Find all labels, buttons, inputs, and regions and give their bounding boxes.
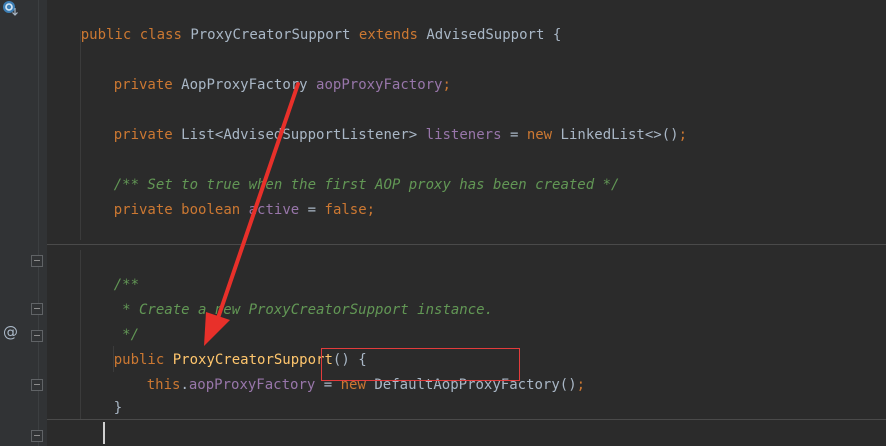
field-name: aopProxyFactory (316, 77, 443, 93)
operator: = (509, 127, 519, 143)
semicolon: ; (678, 127, 687, 143)
type-name: AdvisedSupportListener (223, 127, 409, 143)
code-editor[interactable]: @ public class ProxyCreatorSupport exten… (0, 0, 886, 446)
field-name: aopProxyFactory (188, 377, 316, 393)
class-name: ProxyCreatorSupport (190, 27, 351, 43)
fold-marker-icon[interactable] (31, 303, 43, 315)
fold-marker-icon[interactable] (31, 430, 43, 442)
keyword: private (113, 202, 173, 218)
parent-class-name: AdvisedSupport (426, 27, 545, 43)
type-name: > (408, 127, 418, 143)
code-line-javadoc-end[interactable]: */ (80, 298, 139, 343)
fold-marker-icon[interactable] (31, 379, 43, 391)
type-name: AopProxyFactory (181, 77, 308, 93)
field-name: active (248, 202, 300, 218)
keyword: extends (358, 27, 418, 43)
code-line-comment[interactable]: /** Set to true when the first AOP proxy… (80, 148, 620, 193)
keyword: this (146, 377, 181, 393)
keyword: private (113, 127, 173, 143)
code-line-javadoc-start[interactable]: /** (80, 421, 139, 446)
code-line-field-listeners[interactable]: private List<AdvisedSupportListener> lis… (80, 98, 687, 143)
dot: . (180, 377, 189, 393)
code-line-closing-brace[interactable]: } (80, 371, 122, 416)
field-name: listeners (425, 127, 502, 143)
type-name: List< (181, 127, 224, 143)
override-at-icon[interactable]: @ (3, 323, 18, 341)
code-line-class-declaration[interactable]: public class ProxyCreatorSupport extends… (47, 0, 562, 43)
keyword: public (80, 27, 132, 43)
parentheses: () (559, 377, 577, 393)
code-line-field-active[interactable]: private boolean active = false; (80, 173, 375, 218)
annotation-highlight-box (321, 348, 520, 381)
keyword: boolean (181, 202, 241, 218)
semicolon: ; (576, 377, 586, 393)
code-line-field-aop-proxy-factory[interactable]: private AopProxyFactory aopProxyFactory; (80, 48, 451, 93)
semicolon: ; (366, 202, 376, 218)
code-line-constructor-declaration[interactable]: public ProxyCreatorSupport() { (80, 323, 367, 368)
method-separator (47, 419, 886, 420)
fold-marker-icon[interactable] (31, 330, 43, 342)
constructor-call: LinkedList<>() (560, 127, 679, 143)
keyword: new (526, 127, 553, 143)
text-caret (103, 422, 105, 444)
brace: { (552, 27, 562, 43)
keyword: class (139, 27, 182, 43)
method-separator (47, 244, 886, 245)
semicolon: ; (442, 77, 451, 93)
class-hierarchy-icon[interactable] (2, 0, 18, 16)
keyword: false (324, 202, 367, 218)
fold-marker-icon[interactable] (31, 255, 43, 267)
doc-comment: * Create a new ProxyCreatorSupport insta… (113, 302, 494, 318)
brace: } (113, 400, 123, 416)
operator: = (307, 202, 317, 218)
code-line-javadoc-start[interactable]: /** (80, 248, 139, 293)
keyword: private (113, 77, 173, 93)
code-line-javadoc-body[interactable]: * Create a new ProxyCreatorSupport insta… (80, 273, 493, 318)
